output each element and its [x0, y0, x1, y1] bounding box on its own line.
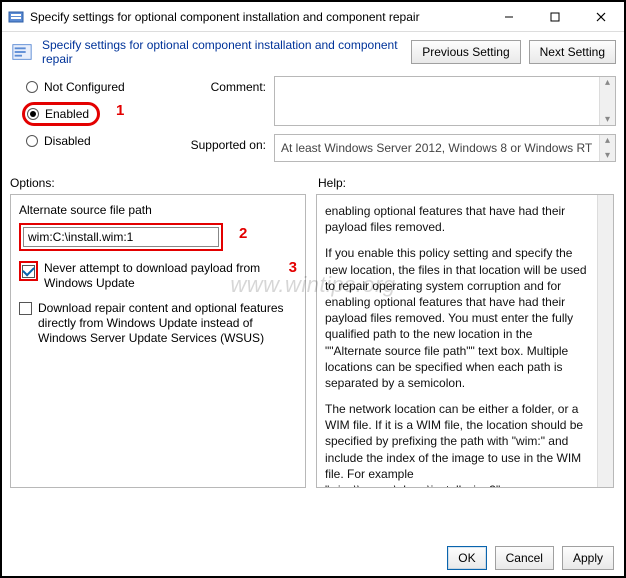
window-title: Specify settings for optional component … — [30, 10, 486, 24]
maximize-button[interactable] — [532, 2, 578, 31]
help-text: enabling optional features that have had… — [325, 203, 605, 488]
dialog-buttons: OK Cancel Apply — [447, 546, 614, 570]
state-section: Not Configured Enabled 1 Disabled Commen… — [2, 72, 624, 162]
radio-dot-icon — [27, 108, 39, 120]
radio-disabled[interactable]: Disabled — [26, 134, 148, 148]
checkbox-label: Download repair content and optional fea… — [38, 301, 297, 346]
alt-source-path-input[interactable]: wim:C:\install.wim:1 — [23, 227, 219, 247]
comment-field: Comment: ▴▾ — [184, 76, 616, 126]
annotation-circle-1: Enabled — [22, 102, 100, 126]
minimize-button[interactable] — [486, 2, 532, 31]
supported-field: Supported on: At least Windows Server 20… — [184, 134, 616, 162]
state-right-column: Comment: ▴▾ Supported on: At least Windo… — [184, 76, 616, 162]
radio-dot-icon — [26, 135, 38, 147]
alt-source-path-value: wim:C:\install.wim:1 — [28, 230, 133, 244]
radio-label: Not Configured — [44, 80, 125, 94]
state-radios: Not Configured Enabled 1 Disabled — [26, 76, 148, 148]
checkbox-icon — [22, 265, 35, 278]
supported-label: Supported on: — [184, 134, 266, 152]
radio-not-configured[interactable]: Not Configured — [26, 80, 148, 94]
panes-row: Alternate source file path wim:C:\instal… — [2, 194, 624, 488]
annotation-rect-2: wim:C:\install.wim:1 — [19, 223, 223, 251]
help-paragraph: If you enable this policy setting and sp… — [325, 245, 591, 391]
comment-textarea[interactable]: ▴▾ — [274, 76, 616, 126]
policy-subtitle: Specify settings for optional component … — [42, 38, 403, 66]
annotation-number-2: 2 — [239, 225, 247, 242]
radio-dot-icon — [26, 81, 38, 93]
cancel-button[interactable]: Cancel — [495, 546, 554, 570]
supported-value-box: At least Windows Server 2012, Windows 8 … — [274, 134, 616, 162]
checkbox-icon — [19, 302, 32, 315]
ok-button[interactable]: OK — [447, 546, 486, 570]
options-pane: Alternate source file path wim:C:\instal… — [10, 194, 306, 488]
policy-large-icon — [10, 40, 34, 64]
scrollbar[interactable]: ▴▾ — [599, 77, 615, 125]
scrollbar[interactable]: ▴▾ — [599, 135, 615, 161]
radio-enabled[interactable]: Enabled — [27, 107, 89, 121]
annotation-number-3: 3 — [289, 259, 297, 278]
annotation-number-1: 1 — [116, 102, 124, 119]
apply-button[interactable]: Apply — [562, 546, 614, 570]
radio-label: Disabled — [44, 134, 91, 148]
previous-setting-button[interactable]: Previous Setting — [411, 40, 520, 64]
radio-label: Enabled — [45, 107, 89, 121]
comment-label: Comment: — [184, 76, 266, 94]
close-button[interactable] — [578, 2, 624, 31]
checkbox-never-download[interactable]: Never attempt to download payload from W… — [19, 261, 297, 291]
help-paragraph: The network location can be either a fol… — [325, 401, 591, 488]
help-label: Help: — [318, 176, 614, 190]
policy-header: Specify settings for optional component … — [2, 32, 624, 72]
help-pane: enabling optional features that have had… — [316, 194, 614, 488]
scrollbar[interactable] — [597, 195, 613, 487]
titlebar: Specify settings for optional component … — [2, 2, 624, 32]
policy-icon — [8, 9, 24, 25]
annotation-rect-3 — [19, 261, 38, 281]
help-paragraph: enabling optional features that have had… — [325, 203, 591, 235]
next-setting-button[interactable]: Next Setting — [529, 40, 616, 64]
checkbox-label: Never attempt to download payload from W… — [44, 261, 273, 291]
checkbox-wsus[interactable]: Download repair content and optional fea… — [19, 301, 297, 346]
supported-value: At least Windows Server 2012, Windows 8 … — [281, 141, 592, 155]
alt-source-path-label: Alternate source file path — [19, 203, 297, 217]
window-controls — [486, 2, 624, 31]
options-label: Options: — [10, 176, 318, 190]
pane-labels: Options: Help: — [2, 162, 624, 194]
